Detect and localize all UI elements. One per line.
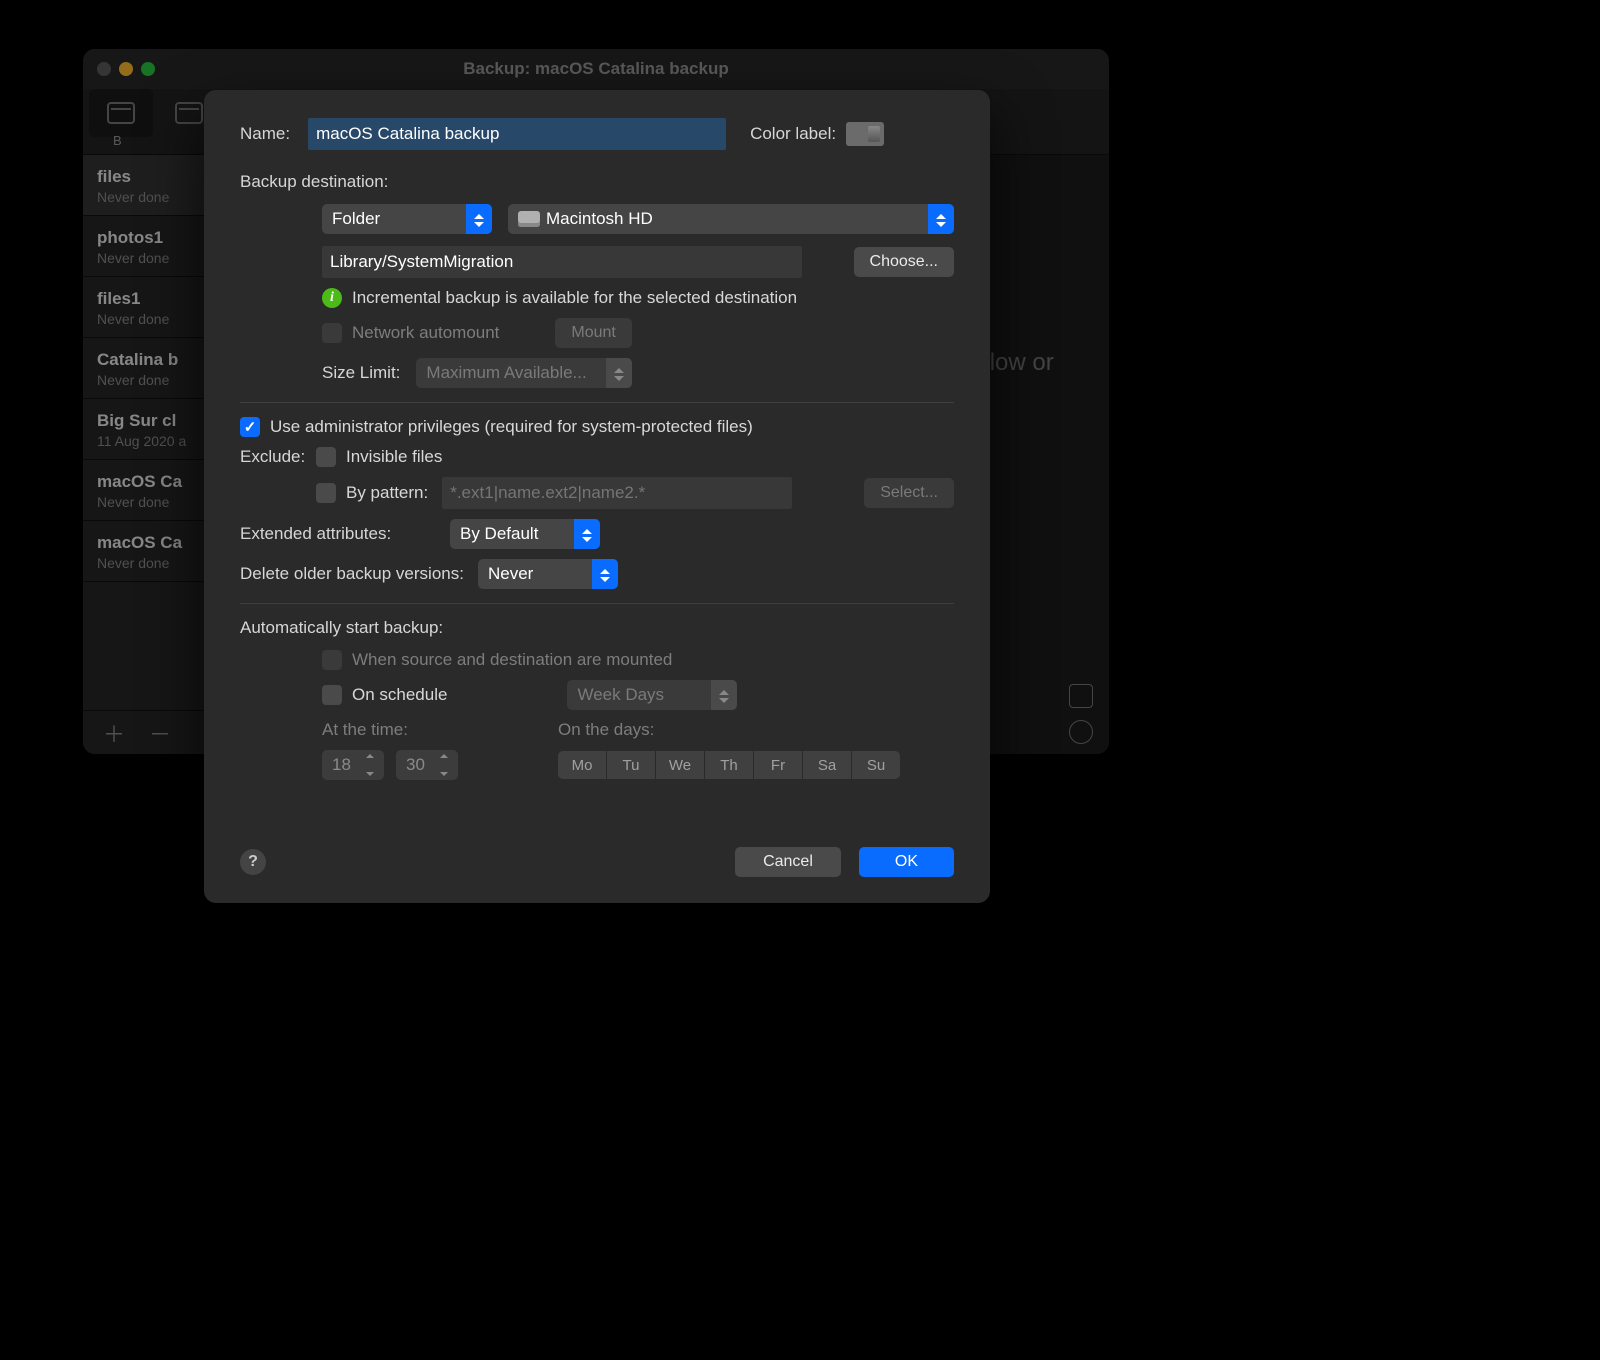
stepper-arrows-icon (366, 754, 380, 776)
minute-value: 30 (406, 755, 425, 775)
schedule-select: Week Days (567, 680, 737, 710)
ext-attr-row: Extended attributes: By Default (240, 519, 954, 549)
at-time-label: At the time: (322, 720, 408, 740)
destination-disk-select[interactable]: Macintosh HD (508, 204, 954, 234)
day-pill-fr: Fr (754, 751, 802, 779)
choose-button[interactable]: Choose... (854, 247, 954, 277)
day-pill-tu: Tu (607, 751, 655, 779)
when-mounted-row: When source and destination are mounted (322, 650, 954, 670)
remove-button[interactable]: － (149, 717, 171, 749)
by-pattern-checkbox[interactable] (316, 483, 336, 503)
day-pill-th: Th (705, 751, 753, 779)
mount-button: Mount (555, 318, 631, 348)
day-pill-sa: Sa (803, 751, 851, 779)
size-limit-label: Size Limit: (322, 363, 400, 383)
add-button[interactable]: ＋ (103, 717, 125, 749)
ok-button[interactable]: OK (859, 847, 954, 877)
delete-versions-row: Delete older backup versions: Never (240, 559, 954, 589)
chevron-updown-icon (606, 358, 632, 388)
delete-versions-label: Delete older backup versions: (240, 564, 464, 584)
chevron-updown-icon (928, 204, 954, 234)
incremental-info-row: i Incremental backup is available for th… (322, 288, 954, 308)
invisible-files-checkbox[interactable] (316, 447, 336, 467)
time-day-labels-row: At the time: On the days: (322, 720, 954, 740)
name-row: Name: Color label: (240, 118, 954, 150)
auto-start-header: Automatically start backup: (240, 618, 954, 638)
delete-versions-value: Never (488, 564, 533, 584)
panel-icon (175, 102, 203, 124)
separator (240, 402, 954, 403)
pattern-field[interactable] (442, 477, 792, 509)
cancel-button[interactable]: Cancel (735, 847, 841, 877)
chevron-updown-icon (711, 680, 737, 710)
incremental-message: Incremental backup is available for the … (352, 288, 797, 308)
when-mounted-label: When source and destination are mounted (352, 650, 672, 670)
size-limit-row: Size Limit: Maximum Available... (322, 358, 954, 388)
by-pattern-label: By pattern: (346, 483, 428, 503)
day-pill-mo: Mo (558, 751, 606, 779)
document-icon[interactable] (1069, 684, 1093, 708)
panel-icon (107, 102, 135, 124)
admin-priv-row: Use administrator privileges (required f… (240, 417, 954, 437)
invisible-files-label: Invisible files (346, 447, 442, 467)
window-title: Backup: macOS Catalina backup (83, 59, 1109, 79)
on-schedule-label: On schedule (352, 685, 447, 705)
chevron-updown-icon (592, 559, 618, 589)
destination-type-select[interactable]: Folder (322, 204, 492, 234)
when-mounted-checkbox (322, 650, 342, 670)
tab-label: B (113, 133, 122, 148)
on-days-label: On the days: (558, 720, 654, 740)
ext-attr-select[interactable]: By Default (450, 519, 600, 549)
exclude-row-1: Exclude: Invisible files (240, 447, 954, 467)
destination-type-row: Folder Macintosh HD (322, 204, 954, 234)
help-button[interactable]: ? (240, 849, 266, 875)
backup-settings-dialog: Name: Color label: Backup destination: F… (204, 90, 990, 903)
day-selector: Mo Tu We Th Fr Sa Su (558, 751, 900, 779)
ext-attr-value: By Default (460, 524, 538, 544)
color-label: Color label: (750, 124, 836, 144)
admin-priv-checkbox[interactable] (240, 417, 260, 437)
info-icon: i (322, 288, 342, 308)
day-pill-su: Su (852, 751, 900, 779)
titlebar: Backup: macOS Catalina backup (83, 49, 1109, 89)
on-schedule-row: On schedule Week Days (322, 680, 954, 710)
chevron-updown-icon (466, 204, 492, 234)
delete-versions-select[interactable]: Never (478, 559, 618, 589)
destination-disk-value: Macintosh HD (546, 209, 653, 229)
toolbar-tab-1[interactable] (89, 89, 153, 137)
minute-stepper: 30 (396, 750, 458, 780)
exclude-row-2: By pattern: Select... (240, 477, 954, 509)
hour-value: 18 (332, 755, 351, 775)
name-label: Name: (240, 124, 290, 144)
destination-path-row: Choose... (322, 246, 954, 278)
color-label-picker[interactable] (846, 122, 884, 146)
name-field[interactable] (308, 118, 726, 150)
destination-path-field[interactable] (322, 246, 802, 278)
time-day-values-row: 18 30 Mo Tu We Th Fr Sa Su (322, 750, 954, 780)
day-pill-we: We (656, 751, 704, 779)
select-pattern-button: Select... (864, 478, 954, 508)
right-icon-stack (1069, 684, 1093, 744)
stepper-arrows-icon (440, 754, 454, 776)
schedule-value: Week Days (577, 685, 664, 705)
size-limit-value: Maximum Available... (426, 363, 586, 383)
hour-stepper: 18 (322, 750, 384, 780)
size-limit-select: Maximum Available... (416, 358, 632, 388)
on-schedule-checkbox[interactable] (322, 685, 342, 705)
chevron-updown-icon (574, 519, 600, 549)
network-automount-row: Network automount Mount (322, 318, 954, 348)
dialog-footer: ? Cancel OK (240, 847, 954, 877)
destination-header: Backup destination: (240, 172, 954, 192)
separator (240, 603, 954, 604)
network-automount-checkbox (322, 323, 342, 343)
admin-priv-label: Use administrator privileges (required f… (270, 417, 753, 437)
network-automount-label: Network automount (352, 323, 499, 343)
disk-icon (518, 211, 540, 227)
exclude-label: Exclude: (240, 447, 316, 467)
clock-icon[interactable] (1069, 720, 1093, 744)
destination-type-value: Folder (332, 209, 380, 229)
